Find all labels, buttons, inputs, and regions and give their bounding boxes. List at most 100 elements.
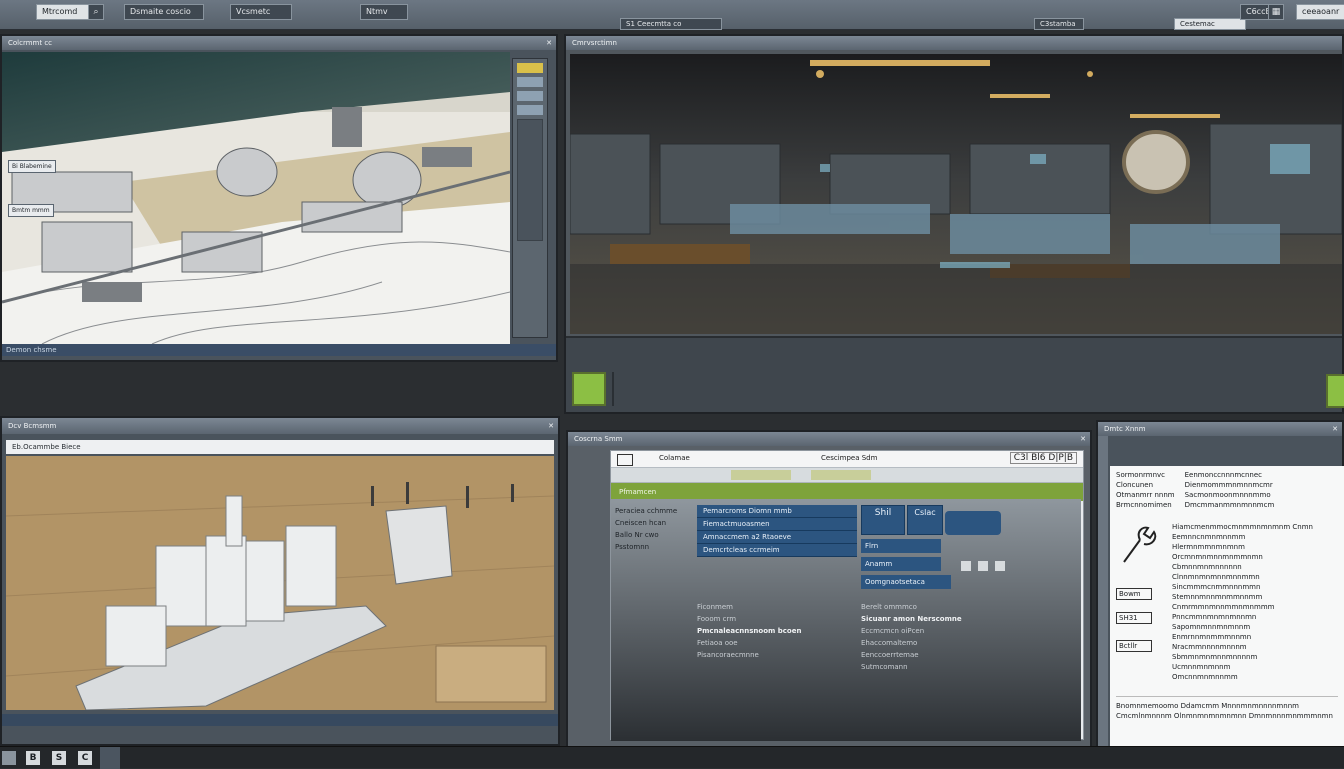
metric-box[interactable]: Anamm [861,557,941,571]
detail-line: Sutmcomann [861,663,908,671]
toolbar-chip[interactable]: ceeaoanr [1296,4,1344,20]
window-title-text: Cmrvsrctimn [572,39,617,47]
doc-header-right: Eenmonccnnnmcnnec Dienmommmnmnnmcmr Sacm… [1185,470,1275,510]
detail-list-right: Berelt ommmco Sicuanr amon Nerscomne Ecc… [861,601,1061,673]
callout-label: Bi Blabemine [8,160,56,173]
grid-icon[interactable]: ▦ [1268,4,1284,20]
list-item[interactable]: Ballo Nr cwo [615,529,695,541]
menu-label[interactable]: Colamae [659,454,690,462]
taskbar-button[interactable]: B [26,751,40,765]
doc-line: Eemnncnmnmnnmm [1172,533,1246,541]
close-icon[interactable]: ✕ [546,36,552,50]
doc-line: Cmcmlnmnnnm Olnmnmnmnmnmnn Dmnmnnnmnmmmn… [1116,712,1333,720]
table-row[interactable]: Pemarcroms Diomn mmb [697,505,857,518]
toolbar-chip[interactable]: Mtrcomd [36,4,96,20]
square-icon[interactable] [1326,374,1344,408]
monitor-bottom-right: Dmtc Xnnm ✕ Sormonrmnvc Cloncunen Otmanmr… [1096,420,1344,768]
close-icon[interactable]: ✕ [548,418,554,434]
window-title: Dcv Bcmsmm ✕ [2,418,558,434]
monitor-top-right: Cmrvsrctimn [564,34,1344,414]
plant-viewport[interactable] [6,456,554,710]
palette-swatch[interactable] [517,91,543,101]
detail-line: Pisancoraecmnne [697,651,759,659]
toolbar-chip[interactable]: Vcsmetc [230,4,292,20]
menu-icon[interactable] [617,454,633,466]
doc-line: Hlermnmmnmnmnm [1172,543,1245,551]
metric-box[interactable]: Flrn [861,539,941,553]
doc-line: Cloncunen [1116,481,1154,489]
scrollbar[interactable] [1098,436,1108,766]
palette-swatch[interactable] [517,77,543,87]
cad-viewport[interactable]: Bi Blabemine Bmtm mmm [2,52,510,344]
taskbar-icon[interactable] [2,751,16,765]
square-icon[interactable] [961,561,971,571]
list-item[interactable]: Psstomnn [615,541,695,553]
address-text: Eb.Ocammbe Biece [12,443,81,451]
table-row[interactable]: Fiemactmuoasmen [697,518,857,531]
monitor-top-left: Colcrmmt cc ✕ Bi Blabemine Bmtm mmm Demo… [0,34,558,362]
doc-line: Omcnnmnmnnmm [1172,673,1238,681]
doc-line: Stemnnmnnmnmmnnmm [1172,593,1263,601]
square-icon[interactable] [977,561,988,571]
toolbar-chip[interactable]: C3stamba [1034,18,1084,30]
taskbar-button[interactable]: S [52,751,66,765]
taskbar-tray[interactable] [100,747,120,769]
detail-line: Eenccoerrtemae [861,651,919,659]
doc-line: Orcmnmnmnnmnmmnmn [1172,553,1263,561]
close-icon[interactable]: ✕ [1332,422,1338,436]
app-window: Colamae Cescimpea Sdm C3l Bl6 D|P|B Pfma… [610,450,1084,741]
tab[interactable] [731,470,791,480]
page-counter[interactable]: C3l Bl6 D|P|B [1009,452,1077,464]
toolbar-chip[interactable]: C6ccBaam [1240,4,1270,20]
toggle-control[interactable] [945,511,1001,535]
doc-line: Ucmnnmnmnnm [1172,663,1231,671]
toolbar-chip[interactable]: S1 Ceecmtta co [620,18,722,30]
doc-line: Brmcnnomimen [1116,501,1172,509]
toolbar-chip[interactable]: Dsmaite coscio [124,4,204,20]
doc-line: Otmanmrr nnnm [1116,491,1175,499]
app-window-title: Cescimpea Sdm [821,454,878,462]
doc-line: Dmcmmanmmnmnnmcm [1184,501,1275,509]
search-icon[interactable]: ⌕ [88,4,104,20]
status-bar: Demon chsme [2,344,556,356]
table-row[interactable]: Amnaccmem a2 Rtaoeve [697,531,857,544]
square-icon[interactable] [994,561,1005,571]
palette-swatch[interactable] [517,105,543,115]
toolbar-chip[interactable]: Cestemac [1174,18,1246,30]
tab[interactable] [811,470,871,480]
table-row[interactable]: Demcrtcleas ccrmeim [697,544,857,557]
wrench-icon [1123,526,1157,563]
window-title-text: Coscrna Smm [574,435,623,443]
square-icon[interactable] [572,372,606,406]
top-toolbar: Mtrcomd ⌕ Dsmaite coscio Vcsmetc Ntmv S1… [0,0,1344,30]
toolbar-chip[interactable]: Ntmv [360,4,408,20]
doc-footer: Bnomnmemoomo Ddamcmm Mnnnmnmnnnnmnnm Cmc… [1116,696,1338,721]
doc-tag: Bowm [1116,588,1152,600]
doc-tag: Bctllr [1116,640,1152,652]
doc-line: Cbmnnmnmnnnnnn [1172,563,1242,571]
window-title-text: Dmtc Xnnm [1104,425,1146,433]
detail-line: Ehaccomaltemo [861,639,918,647]
monitor-bottom-left: Dcv Bcmsmm ✕ Eb.Ocammbe Biece [0,416,560,746]
metric-box[interactable]: Shil [861,505,905,535]
doc-line: Hiamcmenmmocmnmmnmnmnm Cnmn [1172,523,1313,531]
list-item[interactable]: Peraciea cchmme [615,505,695,517]
doc-line: Enmrnnmnmmmnnmn [1172,633,1252,641]
doc-line: Sbmmnmnmnnmnnnnm [1172,653,1258,661]
taskbar-button[interactable]: C [78,751,92,765]
close-icon[interactable]: ✕ [1080,432,1086,446]
window-title: Dmtc Xnnm ✕ [1098,422,1342,436]
detail-line: Ficonmem [697,603,733,611]
lab-image [570,54,1342,334]
palette-swatch[interactable] [517,63,543,73]
metric-box[interactable]: Cslac [907,505,943,535]
callout-label: Bmtm mmm [8,204,54,217]
doc-line: Sormonrmnvc [1116,471,1166,479]
palette-slider[interactable] [517,119,543,241]
doc-tag: SH31 [1116,612,1152,624]
metric-box[interactable]: Oomgnaotsetaca [861,575,951,589]
address-bar[interactable]: Eb.Ocammbe Biece [6,440,554,454]
list-item[interactable]: Cneiscen hcan [615,517,695,529]
detail-line: Sicuanr amon Nerscomne [861,615,962,623]
doc-line: Nracmmnnnnmnnnm [1172,643,1247,651]
